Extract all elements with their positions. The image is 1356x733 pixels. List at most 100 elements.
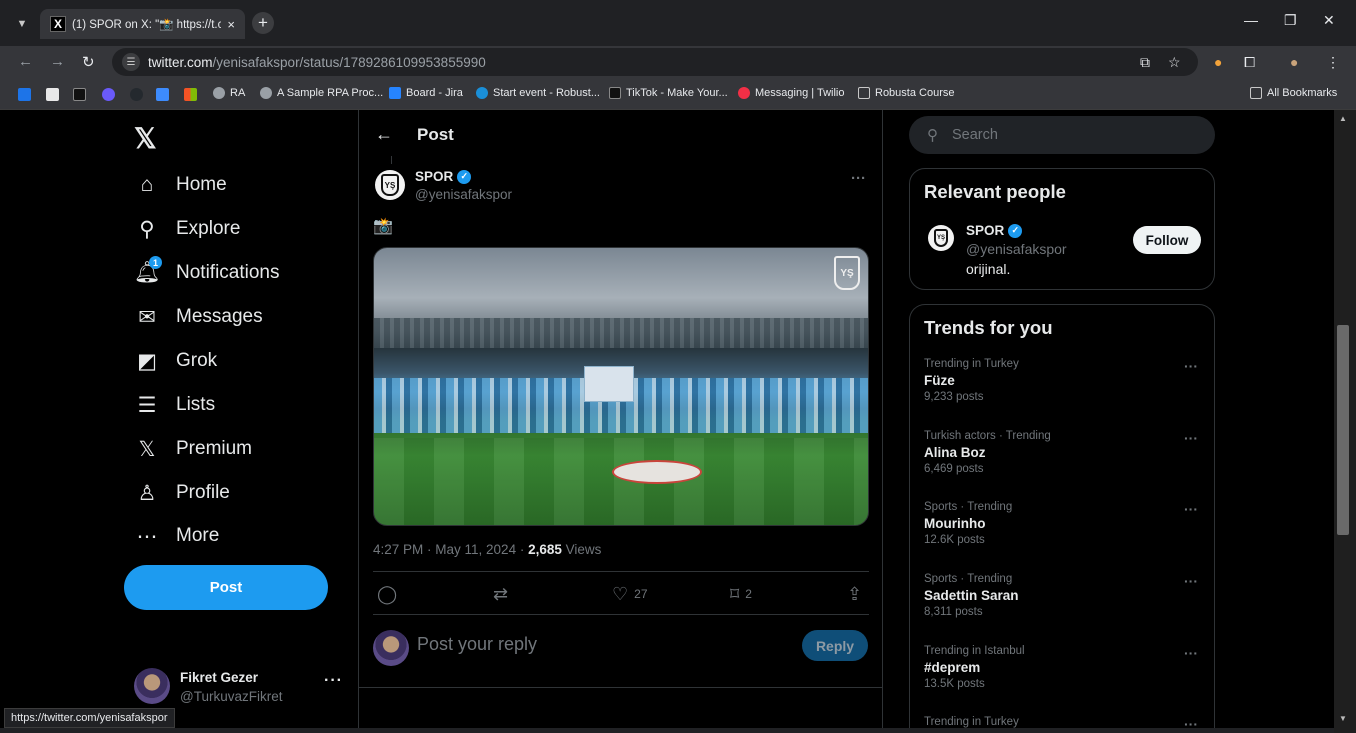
bookmark-ra[interactable]: RA xyxy=(213,87,245,99)
account-handle: @TurkuvazFikret xyxy=(180,689,283,704)
bookmark-folder-robusta-course[interactable]: Robusta Course xyxy=(858,87,955,99)
trend-count: 12.6K posts xyxy=(924,534,985,546)
outlook-icon[interactable] xyxy=(156,88,169,101)
reload-button[interactable]: ↻ xyxy=(82,53,95,71)
avatar xyxy=(134,668,170,704)
trend-item[interactable]: Turkish actors · Trending Alina Boz 6,46… xyxy=(924,430,1204,475)
compose-post-button[interactable]: Post xyxy=(124,565,328,610)
person-avatar[interactable]: YŞ xyxy=(928,225,954,251)
post-timestamp[interactable]: 4:27 PM · May 11, 2024 · xyxy=(373,542,528,557)
trend-context: Trending in Turkey xyxy=(924,358,1019,370)
nav-notifications[interactable]: 🔔︎ 1 Notifications xyxy=(134,256,280,288)
bookmark-icon[interactable] xyxy=(18,88,31,101)
nav-profile[interactable]: ♙ Profile xyxy=(134,478,230,508)
reply-button[interactable]: Reply xyxy=(802,630,868,661)
nav-premium[interactable]: 𝕏 Premium xyxy=(134,434,252,464)
nav-label: Grok xyxy=(176,350,218,371)
post-meta: 4:27 PM · May 11, 2024 · 2,685 Views xyxy=(373,542,601,557)
person-name[interactable]: SPOR ✓ xyxy=(966,223,1023,238)
bookmark-twilio[interactable]: Messaging | Twilio xyxy=(738,87,844,99)
bookmark-rpa[interactable]: A Sample RPA Proc... xyxy=(260,87,383,99)
bookmark-icon[interactable] xyxy=(102,88,115,101)
nav-more[interactable]: ⋯ More xyxy=(134,521,220,551)
search-bar[interactable]: ⚲ Search xyxy=(909,116,1215,154)
nav-messages[interactable]: ✉ Messages xyxy=(134,302,262,332)
restore-button[interactable]: ❐ xyxy=(1284,12,1297,29)
nav-explore[interactable]: ⚲ Explore xyxy=(134,214,240,244)
post-image[interactable]: YŞ xyxy=(373,247,869,526)
bookmark-star-icon[interactable]: ☆ xyxy=(1168,54,1181,71)
x-logo-icon[interactable]: 𝕏 xyxy=(134,122,157,155)
nav-lists[interactable]: ☰ Lists xyxy=(134,390,216,420)
forward-button[interactable]: → xyxy=(50,53,65,70)
reply-input[interactable]: Post your reply xyxy=(417,634,537,655)
address-bar[interactable]: ☰ twitter.com /yenisafakspor/status/1789… xyxy=(112,48,1198,76)
trend-item[interactable]: Trending in Istanbul #deprem 13.5K posts… xyxy=(924,645,1204,690)
author-handle[interactable]: @yenisafakspor xyxy=(415,187,512,202)
card-title: Trends for you xyxy=(924,317,1053,338)
share-action[interactable]: ⇪ xyxy=(847,584,868,604)
post-text: 📸 xyxy=(373,218,393,235)
bookmark-icon[interactable] xyxy=(46,88,59,101)
trend-more-icon[interactable]: ··· xyxy=(1184,645,1198,661)
nav-grok[interactable]: ◩ Grok xyxy=(134,346,217,376)
repost-action[interactable]: ⇄ xyxy=(493,584,514,604)
tab-search-button[interactable]: ▼ xyxy=(12,14,32,34)
x-bookmark-icon[interactable] xyxy=(73,88,86,101)
like-count: 27 xyxy=(634,587,648,601)
nav-home[interactable]: ⌂ Home xyxy=(134,170,227,200)
notification-badge: 1 xyxy=(149,256,162,269)
browser-tab[interactable]: X (1) SPOR on X: "📸 https://t.co/ × xyxy=(40,9,245,39)
person-bio: orijinal. xyxy=(966,261,1011,277)
trend-context: Sports · Trending xyxy=(924,501,1013,513)
bookmark-tiktok[interactable]: TikTok - Make Your... xyxy=(609,87,728,99)
more-dots-icon[interactable]: ··· xyxy=(324,672,343,690)
like-action[interactable]: ♡ 27 xyxy=(612,584,648,604)
person-handle[interactable]: @yenisafakspor xyxy=(966,241,1067,257)
all-bookmarks-button[interactable]: All Bookmarks xyxy=(1250,87,1337,99)
new-tab-button[interactable]: + xyxy=(252,12,274,34)
trend-more-icon[interactable]: ··· xyxy=(1184,430,1198,446)
search-icon: ⚲ xyxy=(139,217,155,241)
reply-action[interactable]: ◯ xyxy=(377,584,403,604)
scroll-up-icon[interactable]: ▲ xyxy=(1339,114,1347,123)
trend-more-icon[interactable]: ··· xyxy=(1184,501,1198,517)
watermark-crest-icon: YŞ xyxy=(834,256,860,290)
site-info-icon[interactable]: ☰ xyxy=(122,53,140,71)
back-button[interactable]: ← xyxy=(18,53,33,70)
close-window-button[interactable]: ✕ xyxy=(1323,12,1335,29)
url-path: /yenisafakspor/status/178928610995385599… xyxy=(212,54,486,70)
extensions-puzzle-icon[interactable]: ⧠ xyxy=(1244,54,1255,71)
author-name[interactable]: SPOR ✓ xyxy=(415,169,472,184)
search-input[interactable]: Search xyxy=(952,127,998,143)
microsoft-icon[interactable] xyxy=(184,88,197,101)
trend-more-icon[interactable]: ··· xyxy=(1184,573,1198,589)
scrollbar-thumb[interactable] xyxy=(1337,325,1349,535)
post-more-icon[interactable]: ··· xyxy=(851,170,866,187)
minimize-button[interactable]: — xyxy=(1244,12,1258,28)
tab-close-button[interactable]: × xyxy=(227,17,235,32)
trend-item[interactable]: Trending in Turkey ··· xyxy=(924,716,1204,732)
browser-menu-icon[interactable]: ⋮ xyxy=(1326,54,1340,71)
back-arrow-icon[interactable]: ← xyxy=(375,124,393,145)
trend-context: Turkish actors · Trending xyxy=(924,430,1051,442)
profile-avatar-icon[interactable]: ● xyxy=(1290,54,1298,70)
extension-icon[interactable]: ● xyxy=(1214,54,1222,70)
trend-more-icon[interactable]: ··· xyxy=(1184,358,1198,374)
x-premium-icon: 𝕏 xyxy=(138,437,156,461)
trend-item[interactable]: Sports · Trending Mourinho 12.6K posts ·… xyxy=(924,501,1204,546)
trend-item[interactable]: Sports · Trending Sadettin Saran 8,311 p… xyxy=(924,573,1204,618)
author-avatar[interactable]: YŞ xyxy=(375,170,405,200)
scroll-down-icon[interactable]: ▼ xyxy=(1339,714,1347,723)
bookmark-robusta[interactable]: Start event - Robust... xyxy=(476,87,600,99)
trend-item[interactable]: Trending in Turkey Füze 9,233 posts ··· xyxy=(924,358,1204,403)
follow-button[interactable]: Follow xyxy=(1133,226,1201,254)
bookmark-jira[interactable]: Board - Jira xyxy=(389,87,463,99)
heart-icon: ♡ xyxy=(612,583,629,604)
browser-toolbar: ← → ↻ ☰ twitter.com /yenisafakspor/statu… xyxy=(0,46,1356,78)
install-app-icon[interactable]: ⧉ xyxy=(1140,54,1150,71)
github-icon[interactable] xyxy=(130,88,143,101)
page-scrollbar[interactable]: ▲ ▼ xyxy=(1334,110,1356,733)
account-switcher[interactable]: Fikret Gezer @TurkuvazFikret ··· xyxy=(134,668,344,708)
bookmark-action[interactable]: ⌑ 2 xyxy=(730,584,752,604)
